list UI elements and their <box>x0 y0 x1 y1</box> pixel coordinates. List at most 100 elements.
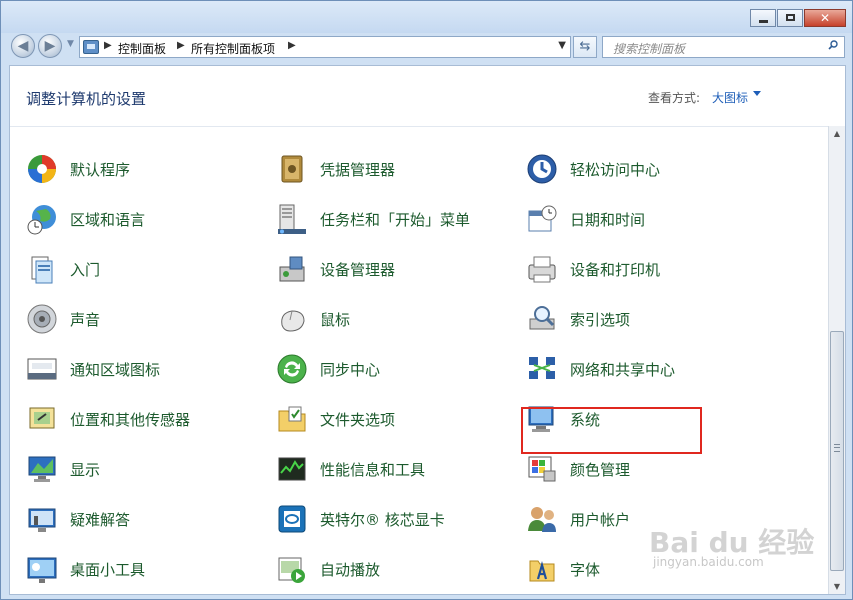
forward-button[interactable]: ▶ <box>38 34 62 58</box>
item-label: 默认程序 <box>70 161 131 179</box>
network-sharing-icon <box>529 357 555 379</box>
title-bar[interactable]: ✕ <box>1 1 852 33</box>
control-panel-icon <box>83 40 99 54</box>
page-title: 调整计算机的设置 <box>26 90 147 108</box>
item-folder-options[interactable]: 文件夹选项 <box>276 399 516 439</box>
address-dropdown-icon[interactable]: ▼ <box>558 40 566 51</box>
item-device-manager[interactable]: 设备管理器 <box>276 249 516 289</box>
region-language-icon <box>27 205 56 235</box>
search-placeholder: 搜索控制面板 <box>613 42 686 56</box>
display-icon <box>28 456 56 482</box>
item-location-sensors[interactable]: 位置和其他传感器 <box>26 399 266 439</box>
item-devices-printers[interactable]: 设备和打印机 <box>526 249 766 289</box>
item-intel-graphics[interactable]: 英特尔® 核芯显卡 <box>276 499 516 539</box>
item-label: 自动播放 <box>320 561 381 579</box>
scroll-down-icon[interactable]: ▼ <box>829 579 845 594</box>
item-label: 区域和语言 <box>70 211 146 229</box>
devices-printers-icon <box>528 256 556 283</box>
item-label: 日期和时间 <box>570 211 646 229</box>
item-date-time[interactable]: 日期和时间 <box>526 199 766 239</box>
vertical-scrollbar[interactable]: ▲ ▼ <box>828 126 845 594</box>
back-button[interactable]: ◀ <box>11 34 35 58</box>
item-indexing-options[interactable]: 索引选项 <box>526 299 766 339</box>
item-label: 显示 <box>70 461 101 479</box>
search-icon[interactable] <box>828 40 838 50</box>
maximize-button[interactable] <box>777 9 803 27</box>
troubleshooting-icon <box>28 508 56 532</box>
default-programs-icon <box>28 155 56 183</box>
breadcrumb-separator-icon[interactable]: ▶ <box>104 40 112 51</box>
gadgets-icon <box>27 557 57 583</box>
item-autoplay[interactable]: 自动播放 <box>276 549 516 589</box>
item-label: 用户帐户 <box>570 511 631 529</box>
fonts-icon <box>529 560 555 582</box>
intel-graphics-icon <box>278 505 306 533</box>
mouse-icon <box>281 310 305 332</box>
item-label: 桌面小工具 <box>70 561 146 579</box>
item-taskbar-start-menu[interactable]: 任务栏和「开始」菜单 <box>276 199 516 239</box>
navigation-bar: ◀ ▶ ▼ ▶ 控制面板 ▶ 所有控制面板项 ▶ ▼ ⇆ 搜索控制面板 <box>1 31 852 63</box>
color-management-icon <box>528 456 556 482</box>
item-desktop-gadgets[interactable]: 桌面小工具 <box>26 549 266 589</box>
item-label: 声音 <box>70 311 101 329</box>
scroll-up-icon[interactable]: ▲ <box>829 126 845 142</box>
sound-icon <box>27 304 57 334</box>
item-network-sharing-center[interactable]: 网络和共享中心 <box>526 349 766 389</box>
caption-buttons: ✕ <box>750 9 846 27</box>
breadcrumb-control-panel[interactable]: 控制面板 <box>118 40 166 57</box>
truncated-item-icon <box>28 127 62 133</box>
item-color-management[interactable]: 颜色管理 <box>526 449 766 489</box>
ease-of-access-icon <box>527 154 557 184</box>
item-label: 设备和打印机 <box>570 261 661 279</box>
highlight-annotation <box>521 407 702 454</box>
scroll-thumb[interactable] <box>830 331 844 571</box>
page-header: 调整计算机的设置 查看方式: 大图标 <box>10 66 830 127</box>
item-performance-tools[interactable]: 性能信息和工具 <box>276 449 516 489</box>
taskbar-icon <box>278 204 306 234</box>
refresh-button[interactable]: ⇆ <box>573 36 597 58</box>
item-label: 索引选项 <box>570 311 631 329</box>
chevron-down-icon[interactable] <box>753 91 761 96</box>
breadcrumb-all-items[interactable]: 所有控制面板项 <box>191 40 275 57</box>
item-sound[interactable]: 声音 <box>26 299 266 339</box>
search-input[interactable]: 搜索控制面板 <box>602 36 845 58</box>
item-label: 颜色管理 <box>570 461 631 479</box>
recent-pages-dropdown[interactable]: ▼ <box>67 39 74 49</box>
item-label: 设备管理器 <box>320 261 396 279</box>
close-button[interactable]: ✕ <box>804 9 846 27</box>
item-credential-manager[interactable]: 凭据管理器 <box>276 149 516 189</box>
item-ease-of-access[interactable]: 轻松访问中心 <box>526 149 766 189</box>
item-label: 疑难解答 <box>70 511 131 529</box>
control-panel-window: ✕ ◀ ▶ ▼ ▶ 控制面板 ▶ 所有控制面板项 ▶ ▼ ⇆ 搜索控制面板 调整… <box>0 0 853 600</box>
item-region-language[interactable]: 区域和语言 <box>26 199 266 239</box>
view-by-label: 查看方式: <box>648 91 701 105</box>
forward-arrow-icon: ▶ <box>44 38 56 54</box>
item-label: 同步中心 <box>320 361 381 379</box>
item-troubleshooting[interactable]: 疑难解答 <box>26 499 266 539</box>
item-mouse[interactable]: 鼠标 <box>276 299 516 339</box>
user-accounts-icon <box>528 507 556 532</box>
item-sync-center[interactable]: 同步中心 <box>276 349 516 389</box>
indexing-icon <box>529 306 555 330</box>
item-label: 轻松访问中心 <box>570 161 661 179</box>
breadcrumb-separator-icon[interactable]: ▶ <box>177 40 185 51</box>
item-getting-started[interactable]: 入门 <box>26 249 266 289</box>
minimize-button[interactable] <box>750 9 776 27</box>
getting-started-icon <box>31 256 53 284</box>
truncated-item-icon <box>278 127 312 133</box>
item-label: 任务栏和「开始」菜单 <box>320 211 471 229</box>
breadcrumb-separator-icon[interactable]: ▶ <box>288 40 296 51</box>
performance-icon <box>278 457 306 481</box>
content-pane: 调整计算机的设置 查看方式: 大图标 默认程序 凭据管理器 轻松访问中心 区域和… <box>9 65 846 595</box>
sensors-icon <box>29 407 55 429</box>
address-bar[interactable]: ▶ 控制面板 ▶ 所有控制面板项 ▶ ▼ <box>79 36 571 58</box>
item-label: 凭据管理器 <box>320 161 396 179</box>
view-by-dropdown[interactable]: 大图标 <box>712 89 748 106</box>
item-display[interactable]: 显示 <box>26 449 266 489</box>
item-label: 通知区域图标 <box>70 361 161 379</box>
notification-icon <box>27 358 57 380</box>
item-notification-area[interactable]: 通知区域图标 <box>26 349 266 389</box>
item-default-programs[interactable]: 默认程序 <box>26 149 266 189</box>
watermark-url: jingyan.baidu.com <box>653 555 764 569</box>
item-label: 英特尔® 核芯显卡 <box>320 511 445 529</box>
